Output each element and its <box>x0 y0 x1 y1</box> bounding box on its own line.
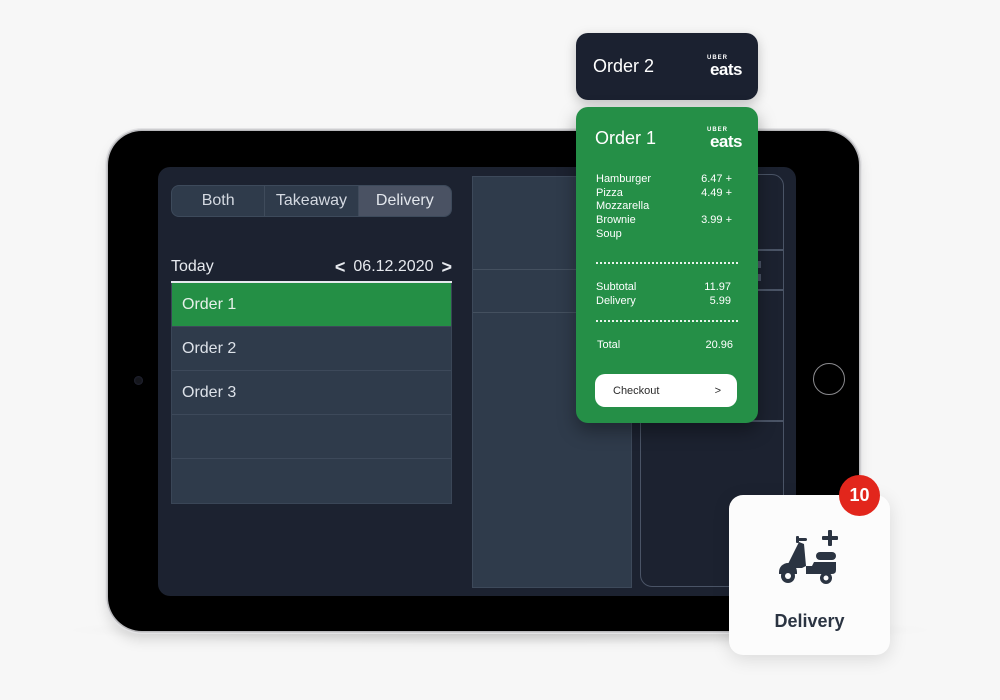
checkout-button[interactable]: Checkout > <box>595 374 737 407</box>
tab-delivery[interactable]: Delivery <box>357 186 451 216</box>
tab-takeaway[interactable]: Takeaway <box>264 186 357 216</box>
item-price: 4.49 + <box>701 186 732 199</box>
scooter-plus-icon <box>779 530 838 584</box>
receipt-item: Hamburger 6.47 + <box>596 173 732 187</box>
order-row-1[interactable]: Order 1 <box>172 283 451 327</box>
order-row-empty[interactable] <box>172 459 451 503</box>
order-row-2[interactable]: Order 2 <box>172 327 451 371</box>
delivery-fee-row: Delivery 5.99 <box>596 295 731 309</box>
subtotal-value: 11.97 <box>704 281 731 293</box>
uber-eats-logo: UBER eats <box>707 55 743 79</box>
order-row-empty[interactable] <box>172 415 451 459</box>
order-2-card[interactable]: Order 2 UBER eats <box>576 33 758 100</box>
uber-eats-logo-bottom: eats <box>709 132 743 151</box>
delivery-fee-value: 5.99 <box>709 294 731 307</box>
camera-icon <box>134 376 143 385</box>
notification-badge: 10 <box>839 475 880 516</box>
subtotal-row: Subtotal 11.97 <box>596 281 731 295</box>
receipt-items: Hamburger 6.47 + Pizza 4.49 + Mozzarella… <box>596 173 732 242</box>
checkout-label: Checkout <box>613 384 660 397</box>
order-1-receipt-card: Order 1 UBER eats Hamburger 6.47 + Pizza… <box>576 107 758 423</box>
receipt-item: Mozzarella <box>596 200 732 214</box>
item-name: Pizza <box>596 186 623 199</box>
home-button[interactable] <box>813 363 845 395</box>
chevron-right-icon[interactable]: > <box>441 258 452 276</box>
total-value: 20.96 <box>705 339 733 351</box>
tab-both[interactable]: Both <box>172 186 264 216</box>
uber-eats-logo-bottom: eats <box>709 60 743 79</box>
item-name: Mozzarella <box>596 200 650 213</box>
subtotal-label: Subtotal <box>596 281 637 293</box>
receipt-item: Brownie 3.99 + <box>596 214 732 228</box>
total-label: Total <box>597 339 621 351</box>
item-name: Hamburger <box>596 173 652 185</box>
item-name: Soup <box>596 227 622 240</box>
date-navigator: < 06.12.2020 > <box>335 258 452 276</box>
dashed-divider <box>596 262 738 264</box>
order-type-filter: Both Takeaway Delivery <box>171 185 452 217</box>
receipt-item: Pizza 4.49 + <box>596 187 732 201</box>
delivery-tile[interactable]: Delivery <box>729 495 890 655</box>
delivery-tile-label: Delivery <box>774 611 845 631</box>
item-price: 6.47 + <box>701 173 732 185</box>
uber-eats-logo: UBER eats <box>707 127 743 151</box>
order-row-3[interactable]: Order 3 <box>172 371 451 415</box>
order-2-title: Order 2 <box>593 56 655 76</box>
receipt-subtotals: Subtotal 11.97 Delivery 5.99 <box>596 281 731 308</box>
delivery-fee-label: Delivery <box>596 294 636 307</box>
dashed-divider <box>596 320 738 322</box>
today-label: Today <box>171 258 214 275</box>
chevron-left-icon[interactable]: < <box>335 258 346 276</box>
current-date: 06.12.2020 <box>353 258 434 275</box>
date-bar: Today < 06.12.2020 > <box>171 255 452 279</box>
order-1-title: Order 1 <box>595 128 657 148</box>
receipt-header: Order 1 UBER eats <box>595 127 743 151</box>
chevron-right-icon: > <box>714 384 721 397</box>
total-row: Total 20.96 <box>597 339 733 351</box>
receipt-item: Soup <box>596 228 732 242</box>
order-list: Order 1 Order 2 Order 3 <box>171 283 452 504</box>
item-name: Brownie <box>596 214 636 227</box>
item-price: 3.99 + <box>701 214 732 227</box>
